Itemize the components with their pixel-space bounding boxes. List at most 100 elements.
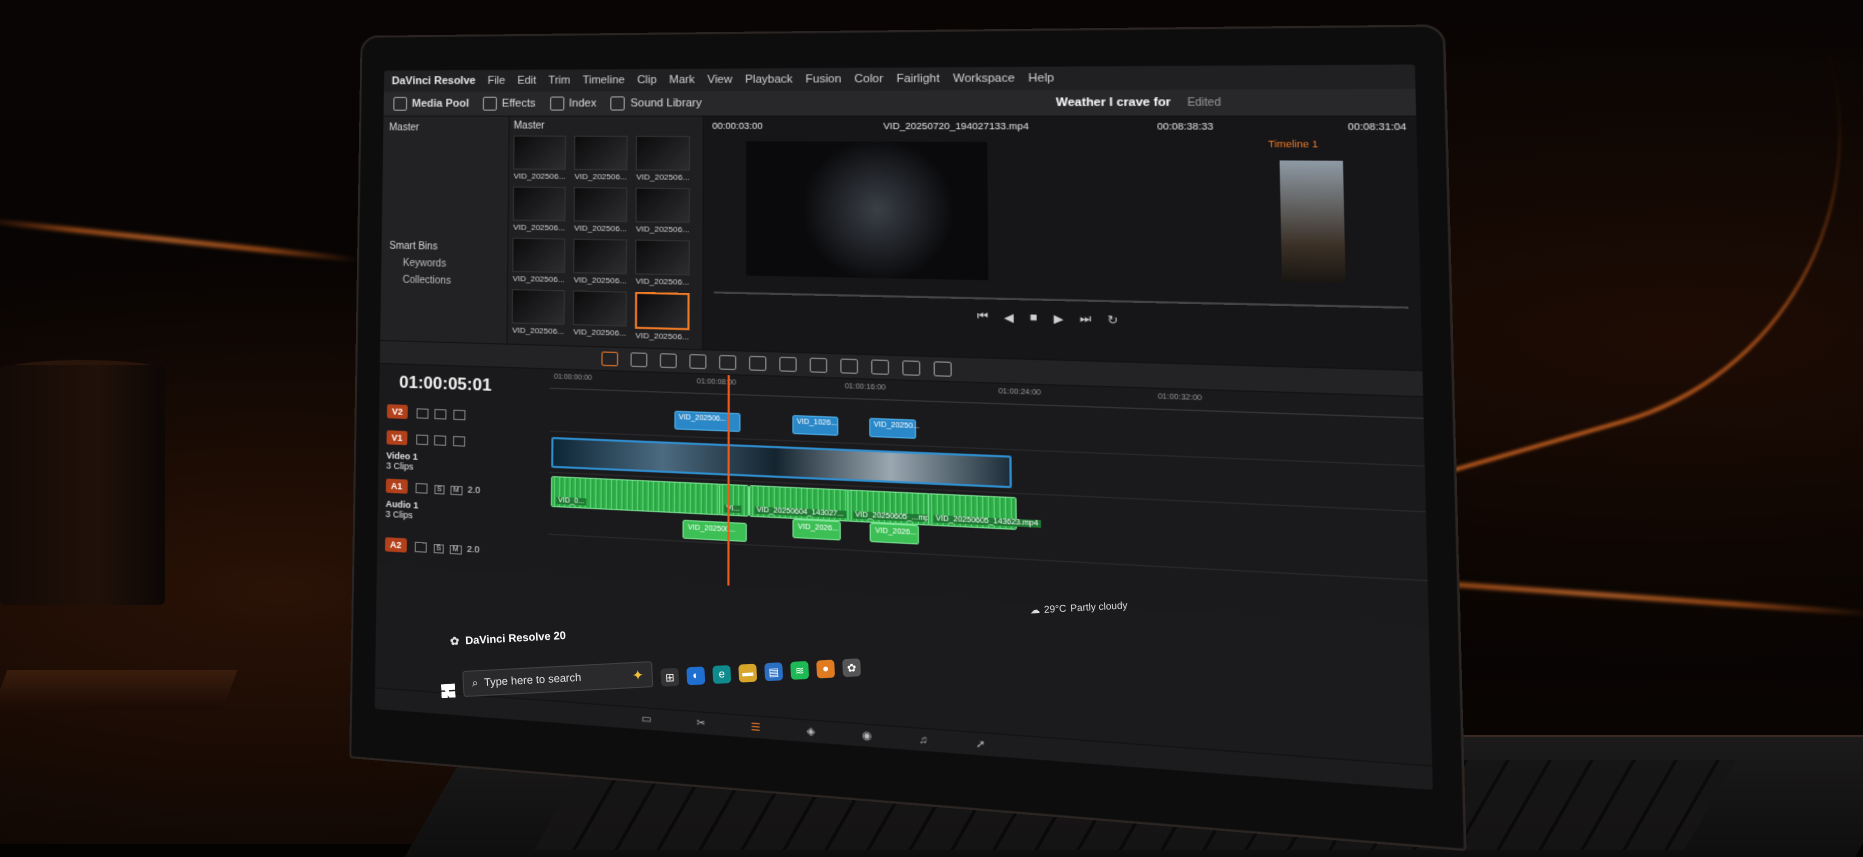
flag-icon[interactable] <box>902 360 921 376</box>
v2-clip[interactable]: VID_1026... <box>792 415 839 436</box>
lock-icon[interactable] <box>415 482 428 494</box>
source-viewer-frame[interactable] <box>745 141 989 281</box>
mute-button[interactable]: M <box>450 485 463 496</box>
media-clip[interactable]: VID_202506... <box>573 238 628 286</box>
color-page-icon[interactable]: ◉ <box>862 729 872 742</box>
menu-mark[interactable]: Mark <box>669 74 695 86</box>
bin-master[interactable]: Master <box>389 122 503 133</box>
media-clip[interactable]: VID_202506... <box>635 135 691 182</box>
snapping-icon[interactable] <box>809 357 828 373</box>
trim-tool-icon[interactable] <box>630 352 648 368</box>
track-badge-v2[interactable]: V2 <box>386 404 408 420</box>
play-icon[interactable]: ▶ <box>1054 312 1064 326</box>
stop-icon[interactable]: ■ <box>1030 311 1038 325</box>
media-clip[interactable]: VID_202506... <box>512 237 566 284</box>
lock-icon[interactable] <box>415 434 428 445</box>
loop-icon[interactable]: ↻ <box>1107 313 1118 327</box>
menu-edit[interactable]: Edit <box>517 75 536 87</box>
index-button[interactable]: Index <box>549 96 597 111</box>
smart-bin-collections[interactable]: Collections <box>389 274 451 287</box>
media-clip[interactable]: VID_202506... <box>635 239 690 287</box>
spotify-icon[interactable]: ≋ <box>790 660 810 680</box>
linked-selection-icon[interactable] <box>840 358 859 374</box>
file-explorer-icon[interactable]: ▬ <box>738 663 758 683</box>
menu-workspace[interactable]: Workspace <box>953 72 1015 85</box>
rewind-icon[interactable]: ◀ <box>1004 311 1014 325</box>
menu-view[interactable]: View <box>707 74 732 86</box>
track-visibility-icon[interactable] <box>452 409 466 420</box>
media-page-icon[interactable]: ▭ <box>641 713 651 725</box>
audio-clip[interactable]: VID_20250604_143027... <box>748 485 850 522</box>
solo-button[interactable]: S <box>433 543 445 554</box>
task-view-icon[interactable]: ⊞ <box>660 667 680 687</box>
davinci-taskbar-icon[interactable]: ✿ <box>842 658 862 678</box>
position-lock-icon[interactable] <box>871 359 890 375</box>
v2-clip[interactable]: VID_202506... <box>674 410 741 433</box>
mute-button[interactable]: M <box>449 544 462 555</box>
v2-clip[interactable]: VID_20250... <box>869 417 919 439</box>
menu-color[interactable]: Color <box>854 73 883 86</box>
audio-clip[interactable]: VID_20250605_...mp4 <box>847 489 936 526</box>
blade-tool-icon[interactable] <box>689 354 707 370</box>
clip-name[interactable]: VID_20250720_194027133.mp4 <box>883 121 1029 132</box>
timeline-name[interactable]: Timeline 1 <box>1268 138 1318 149</box>
media-clip[interactable]: VID_202506... <box>635 187 690 235</box>
effects-button[interactable]: Effects <box>482 96 536 111</box>
timeline-viewer-frame[interactable] <box>1279 160 1346 283</box>
menu-clip[interactable]: Clip <box>637 74 657 86</box>
media-clip[interactable]: VID_202506... <box>573 135 628 182</box>
windows-start-icon[interactable] <box>441 683 456 698</box>
fusion-page-icon[interactable]: ◈ <box>807 725 816 738</box>
menu-fairlight[interactable]: Fairlight <box>896 73 939 86</box>
smart-bin-keywords[interactable]: Keywords <box>389 258 451 270</box>
smart-bins-header[interactable]: Smart Bins <box>389 241 451 253</box>
edit-page-icon[interactable]: ☰ <box>751 721 761 734</box>
menu-playback[interactable]: Playback <box>745 73 793 86</box>
media-clip[interactable]: VID_202506... <box>512 186 566 233</box>
audio-clip[interactable]: VID_0... <box>550 476 722 516</box>
lock-icon[interactable] <box>414 541 427 553</box>
insert-clip-icon[interactable] <box>719 354 737 371</box>
media-clip[interactable]: VID_202506... <box>573 187 628 233</box>
media-clip[interactable]: VID_202506... <box>513 135 567 181</box>
audio-clip-a2[interactable]: VID_2026... <box>869 522 919 545</box>
skip-back-icon[interactable]: ⏮ <box>977 310 988 324</box>
media-clip-selected[interactable]: VID_202506... <box>634 291 690 342</box>
fairlight-page-icon[interactable]: ♫ <box>919 734 928 747</box>
menu-file[interactable]: File <box>487 75 505 87</box>
media-pool-button[interactable]: Media Pool <box>393 96 469 111</box>
sound-library-button[interactable]: Sound Library <box>610 96 702 111</box>
marker-icon[interactable] <box>933 361 952 377</box>
audio-clip-a2[interactable]: VID_202500... <box>682 519 747 543</box>
playhead[interactable] <box>727 375 730 586</box>
audio-clip[interactable]: VI... <box>718 483 750 517</box>
replace-clip-icon[interactable] <box>779 356 797 372</box>
track-badge-a1[interactable]: A1 <box>385 478 408 494</box>
menu-timeline[interactable]: Timeline <box>582 74 624 86</box>
app-icon[interactable]: ● <box>816 659 836 679</box>
menu-trim[interactable]: Trim <box>548 75 570 87</box>
lock-icon[interactable] <box>416 407 429 419</box>
media-clip[interactable]: VID_202506... <box>572 290 627 339</box>
media-clip[interactable]: VID_202506... <box>511 289 565 338</box>
skip-forward-icon[interactable]: ⏭ <box>1080 312 1092 326</box>
ruler-tick: 01:00:24:00 <box>998 388 1041 397</box>
track-visibility-icon[interactable] <box>452 435 465 447</box>
select-tool-icon[interactable] <box>601 351 619 367</box>
audio-clip-a2[interactable]: VID_2026... <box>792 518 841 541</box>
auto-select-icon[interactable] <box>434 408 447 420</box>
menu-fusion[interactable]: Fusion <box>806 73 842 86</box>
copilot-icon[interactable]: ◐ <box>686 666 706 686</box>
solo-button[interactable]: S <box>433 484 445 495</box>
store-icon[interactable]: ▤ <box>764 662 784 682</box>
menu-help[interactable]: Help <box>1028 72 1054 85</box>
auto-select-icon[interactable] <box>434 434 447 446</box>
edge-browser-icon[interactable]: e <box>712 665 732 684</box>
dynamic-trim-icon[interactable] <box>659 353 677 369</box>
deliver-page-icon[interactable]: ➚ <box>976 738 986 751</box>
overwrite-clip-icon[interactable] <box>749 355 767 372</box>
track-badge-a2[interactable]: A2 <box>384 537 407 553</box>
audio-clip[interactable]: VID_20250605_143623.mp4 <box>927 493 1041 530</box>
track-badge-v1[interactable]: V1 <box>386 430 408 446</box>
cut-page-icon[interactable]: ✂ <box>696 717 705 729</box>
